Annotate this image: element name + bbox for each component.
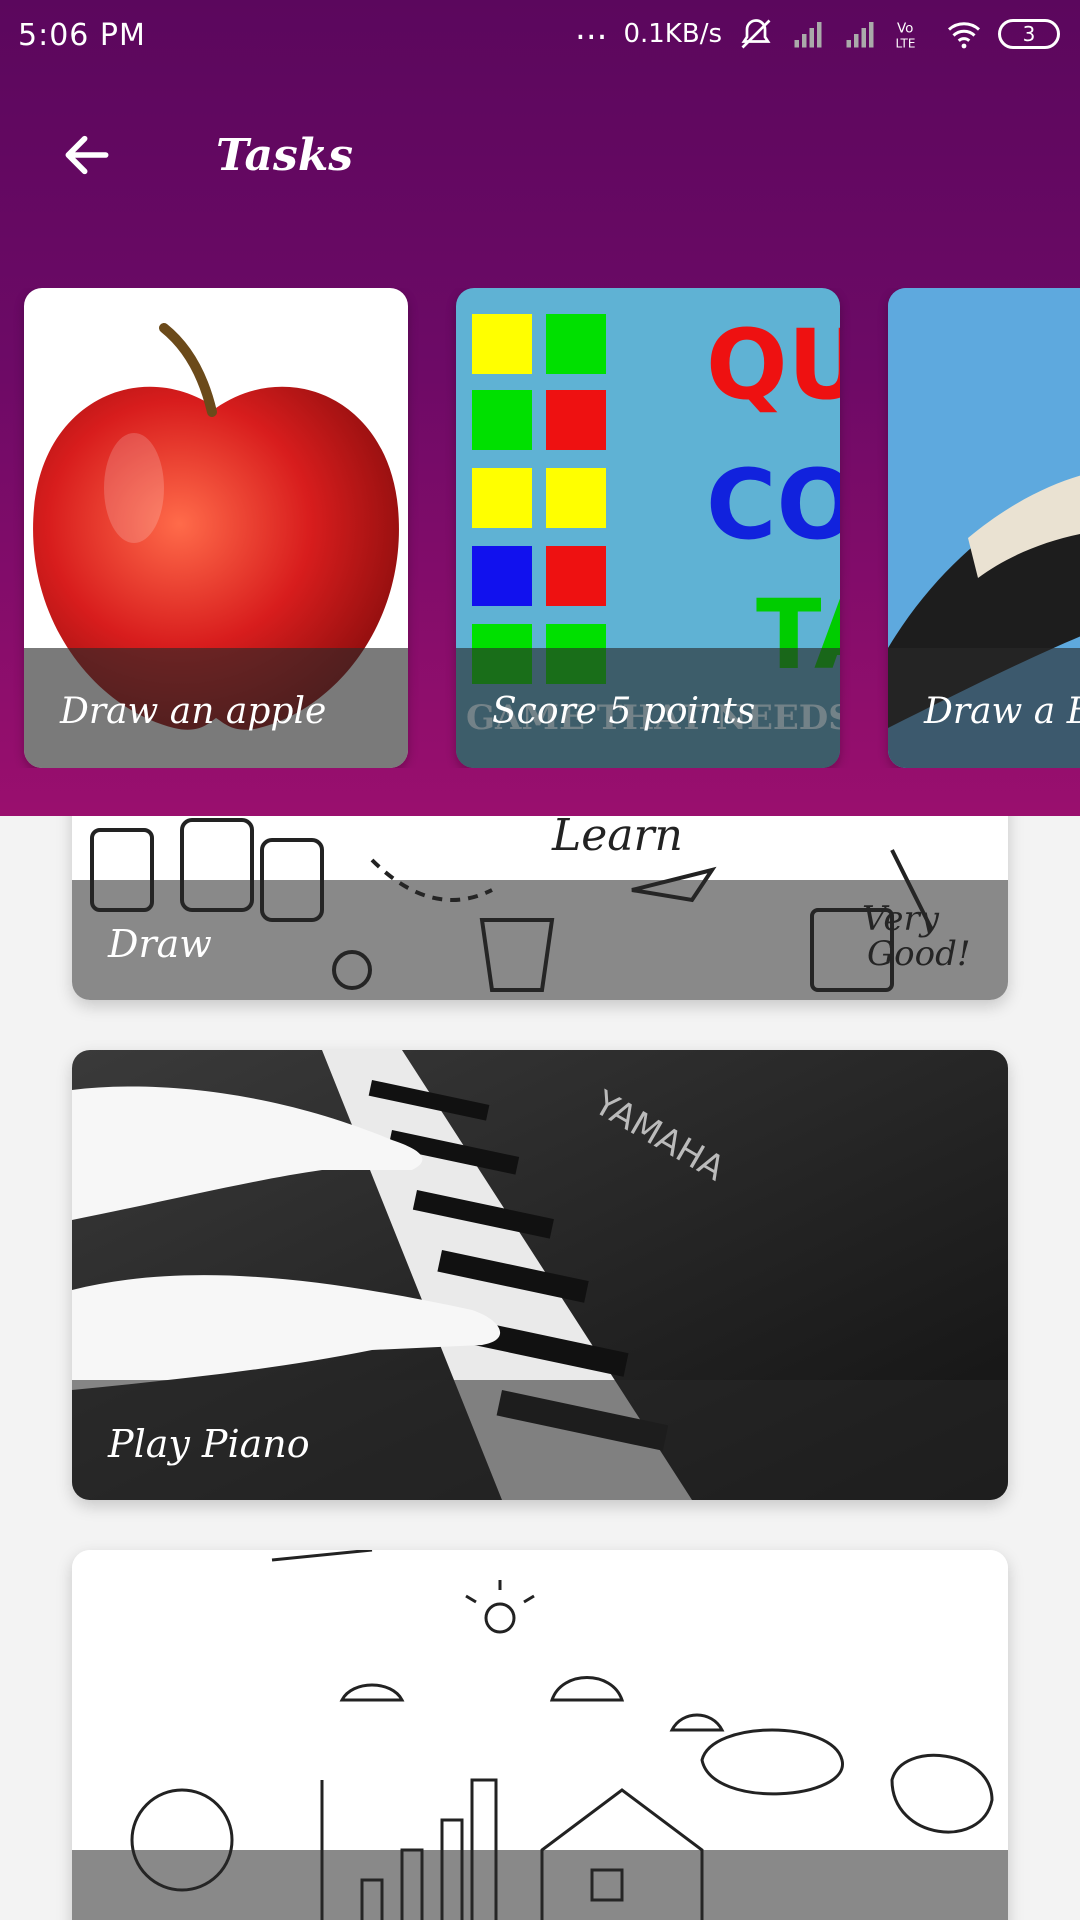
status-time: 5:06 PM: [18, 18, 146, 53]
featured-carousel[interactable]: Draw an apple QU CO TA GAME THAT NEEDS Q…: [0, 288, 1080, 768]
featured-card-bird[interactable]: Draw a B: [888, 288, 1080, 768]
mute-bell-icon: [741, 19, 771, 49]
signal-icon: [846, 22, 874, 48]
task-list[interactable]: Learn Very Good! Draw: [72, 700, 1008, 1920]
svg-text:Learn: Learn: [551, 810, 683, 861]
battery-level: 3: [1022, 22, 1036, 46]
svg-text:QU: QU: [706, 309, 840, 421]
task-card-overlay: [72, 1850, 1008, 1920]
featured-card-label: Score 5 points: [492, 691, 756, 732]
header-area: 5:06 PM ... 0.1KB/s Vo LTE 3 Tasks Draw …: [0, 0, 1080, 816]
back-button[interactable]: [52, 120, 122, 190]
task-card-piano[interactable]: YAMAHA Play Piano: [72, 1050, 1008, 1500]
page-title: Tasks: [216, 130, 354, 181]
task-card-doodle[interactable]: [72, 1550, 1008, 1920]
battery-icon: 3: [998, 19, 1060, 49]
featured-card-label: Draw a B: [924, 691, 1080, 732]
signal-icon: [794, 22, 822, 48]
task-card-overlay: [72, 880, 1008, 1000]
volte-icon: Vo LTE: [896, 21, 916, 51]
svg-text:LTE: LTE: [896, 37, 916, 51]
app-bar: Tasks: [0, 110, 1080, 200]
arrow-left-icon: [65, 135, 109, 175]
svg-text:CO: CO: [706, 449, 840, 561]
status-icons: ... 0.1KB/s Vo LTE 3: [575, 11, 1060, 52]
task-card-label: Play Piano: [108, 1422, 310, 1466]
status-dots: ...: [575, 8, 608, 48]
network-speed: 0.1KB/s: [623, 19, 722, 49]
svg-text:Vo: Vo: [897, 21, 913, 37]
wifi-icon: [948, 22, 980, 49]
featured-card-color-game[interactable]: QU CO TA GAME THAT NEEDS QU Score 5 poin…: [456, 288, 840, 768]
featured-card-apple[interactable]: Draw an apple: [24, 288, 408, 768]
featured-card-label: Draw an apple: [60, 691, 327, 732]
status-bar: 5:06 PM ... 0.1KB/s Vo LTE 3: [0, 0, 1080, 72]
task-card-label: Draw: [108, 922, 212, 966]
